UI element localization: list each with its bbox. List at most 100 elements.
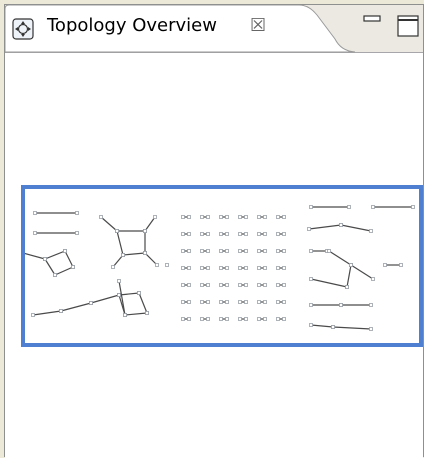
topology-node (276, 215, 280, 219)
topology-node (206, 215, 210, 219)
topology-node (225, 249, 229, 253)
topology-node (238, 232, 242, 236)
topology-node (219, 283, 223, 287)
topology-node (99, 215, 103, 219)
topology-link (144, 216, 156, 232)
topology-link (64, 250, 74, 268)
topology-node (206, 300, 210, 304)
topology-node (309, 249, 313, 253)
topology-node (200, 249, 204, 253)
topology-node (181, 266, 185, 270)
topology-node (257, 215, 261, 219)
topology-node (369, 327, 373, 331)
topology-link (332, 326, 372, 330)
topology-node (339, 223, 343, 227)
topology-node (219, 266, 223, 270)
topology-thumbnail (21, 185, 423, 347)
topology-node (244, 215, 248, 219)
topology-node (309, 277, 313, 281)
topology-node (187, 266, 191, 270)
topology-node (75, 231, 79, 235)
topology-link (124, 312, 148, 316)
topology-node (263, 317, 267, 321)
topology-node (257, 283, 261, 287)
topology-link (60, 302, 92, 312)
topology-link (116, 230, 124, 256)
topology-node (238, 266, 242, 270)
topology-node (257, 232, 261, 236)
topology-node (33, 211, 37, 215)
topology-link (32, 310, 62, 316)
topology-node (143, 251, 147, 255)
topology-node (145, 311, 149, 315)
topology-node (263, 300, 267, 304)
overview-canvas[interactable] (5, 53, 423, 458)
topology-node (165, 263, 169, 267)
topology-node (238, 215, 242, 219)
topology-node (282, 249, 286, 253)
topology-node (219, 215, 223, 219)
topology-node (123, 313, 127, 317)
topology-node (309, 303, 313, 307)
topology-node (75, 211, 79, 215)
topology-node (181, 249, 185, 253)
close-icon[interactable]: ☒ (250, 15, 266, 37)
topology-node (200, 215, 204, 219)
maximize-button[interactable] (397, 15, 419, 37)
topology-node (238, 300, 242, 304)
topology-node (282, 232, 286, 236)
topology-overview-view: Topology Overview ☒ (4, 4, 424, 458)
topology-node (200, 232, 204, 236)
topology-node (257, 266, 261, 270)
topology-node (225, 283, 229, 287)
topology-node (200, 317, 204, 321)
topology-link (350, 264, 374, 280)
topology-node (187, 249, 191, 253)
topology-node (282, 215, 286, 219)
topology-node (225, 266, 229, 270)
topology-node (257, 300, 261, 304)
topology-node (115, 229, 119, 233)
topology-node (276, 266, 280, 270)
topology-node (263, 283, 267, 287)
topology-node (369, 303, 373, 307)
topology-node (276, 300, 280, 304)
topology-node (206, 249, 210, 253)
topology-node (244, 300, 248, 304)
topology-node (225, 300, 229, 304)
topology-node (219, 249, 223, 253)
topology-node (244, 283, 248, 287)
topology-node (155, 263, 159, 267)
topology-node (137, 291, 141, 295)
topology-node (225, 317, 229, 321)
topology-node (153, 215, 157, 219)
topology-node (276, 317, 280, 321)
topology-node (200, 266, 204, 270)
topology-node (371, 277, 375, 281)
topology-node (187, 300, 191, 304)
topology-view-icon (12, 18, 34, 40)
topology-node (339, 303, 343, 307)
topology-node (181, 317, 185, 321)
topology-link (138, 292, 148, 314)
topology-link (308, 224, 342, 230)
topology-node (117, 293, 121, 297)
minimize-button[interactable] (363, 15, 381, 29)
topology-node (63, 249, 67, 253)
topology-node (276, 249, 280, 253)
topology-link (346, 264, 352, 288)
topology-node (206, 317, 210, 321)
topology-node (327, 249, 331, 253)
topology-node (349, 263, 353, 267)
topology-node (200, 300, 204, 304)
topology-node (276, 283, 280, 287)
topology-node (117, 279, 121, 283)
topology-node (411, 205, 415, 209)
view-tab-bar: Topology Overview ☒ (5, 5, 423, 53)
topology-link (90, 294, 120, 304)
topology-node (219, 232, 223, 236)
topology-node (187, 215, 191, 219)
topology-node (282, 266, 286, 270)
topology-link (310, 324, 334, 328)
topology-node (282, 283, 286, 287)
